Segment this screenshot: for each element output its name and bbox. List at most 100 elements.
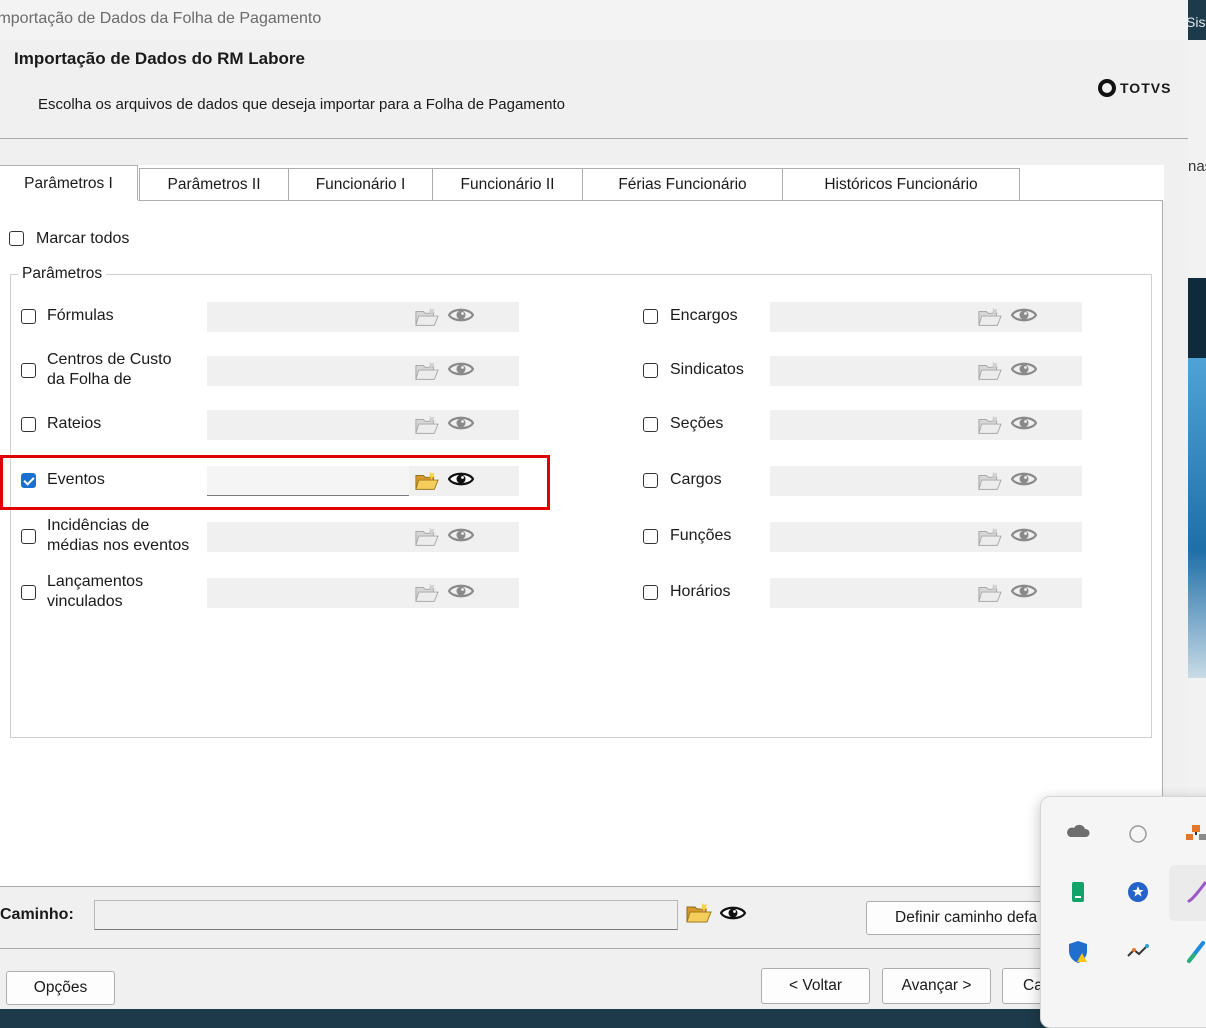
view-eye-icon[interactable] bbox=[1011, 306, 1037, 324]
eventos-highlight-box bbox=[0, 455, 550, 510]
path-input[interactable] bbox=[94, 900, 678, 930]
right-path-input-4[interactable] bbox=[770, 522, 972, 552]
right-path-input-1[interactable] bbox=[770, 356, 972, 386]
right-path-input-3[interactable] bbox=[770, 466, 972, 496]
left-path-input-4[interactable] bbox=[207, 522, 409, 552]
right-checkbox-1[interactable] bbox=[643, 363, 658, 378]
right-checkbox-2[interactable] bbox=[643, 417, 658, 432]
right-checkbox-0[interactable] bbox=[643, 309, 658, 324]
parameters-group-legend: Parâmetros bbox=[18, 265, 107, 283]
view-eye-icon[interactable] bbox=[1011, 470, 1037, 488]
left-path-input-1[interactable] bbox=[207, 356, 409, 386]
view-eye-icon[interactable] bbox=[448, 414, 474, 432]
folder-open-icon[interactable] bbox=[978, 414, 1002, 436]
view-eye-icon[interactable] bbox=[1011, 414, 1037, 432]
left-path-input-2[interactable] bbox=[207, 410, 409, 440]
left-checkbox-0[interactable] bbox=[21, 309, 36, 324]
view-eye-icon[interactable] bbox=[1011, 582, 1037, 600]
left-checkbox-1[interactable] bbox=[21, 363, 36, 378]
right-checkbox-5[interactable] bbox=[643, 585, 658, 600]
tab-historicos-funcionario[interactable]: Históricos Funcionário bbox=[782, 168, 1020, 200]
circle-icon[interactable] bbox=[1125, 821, 1151, 847]
tab-label: Históricos Funcionário bbox=[824, 175, 978, 193]
view-eye-icon[interactable] bbox=[448, 526, 474, 544]
logo-ring-icon bbox=[1098, 79, 1116, 97]
set-default-path-button[interactable]: Definir caminho defa bbox=[866, 901, 1066, 935]
folder-open-icon[interactable] bbox=[978, 582, 1002, 604]
shield-warning-icon[interactable] bbox=[1065, 939, 1091, 965]
star-icon[interactable] bbox=[1125, 879, 1151, 905]
back-label: < Voltar bbox=[789, 977, 842, 994]
tab-ferias-funcionario[interactable]: Férias Funcionário bbox=[582, 168, 783, 200]
right-path-input-0[interactable] bbox=[770, 302, 972, 332]
right-label-2: Seções bbox=[670, 415, 724, 432]
left-label-1: Centros de Custo da Folha de bbox=[47, 351, 172, 388]
view-eye-icon[interactable] bbox=[720, 904, 746, 922]
view-eye-icon[interactable] bbox=[448, 306, 474, 324]
left-label-0: Fórmulas bbox=[47, 307, 114, 324]
folder-open-icon[interactable] bbox=[415, 526, 439, 548]
cloud-icon[interactable] bbox=[1065, 819, 1091, 845]
right-label-1: Sindicatos bbox=[670, 361, 744, 378]
pen-icon[interactable] bbox=[1185, 879, 1206, 905]
view-eye-icon[interactable] bbox=[1011, 526, 1037, 544]
right-path-input-5[interactable] bbox=[770, 578, 972, 608]
folder-open-icon[interactable] bbox=[978, 360, 1002, 382]
options-button[interactable]: Opções bbox=[6, 971, 115, 1005]
folder-open-icon[interactable] bbox=[415, 414, 439, 436]
tab-funcionario-ii[interactable]: Funcionário II bbox=[432, 168, 583, 200]
folder-open-icon[interactable] bbox=[686, 902, 712, 924]
left-file-field-2 bbox=[207, 410, 519, 440]
folder-open-icon[interactable] bbox=[415, 360, 439, 382]
right-checkbox-3[interactable] bbox=[643, 473, 658, 488]
left-label-4: Incidências de médias nos eventos bbox=[47, 517, 190, 554]
folder-open-icon[interactable] bbox=[978, 526, 1002, 548]
left-file-field-0 bbox=[207, 302, 519, 332]
right-file-field-3 bbox=[770, 466, 1082, 496]
mark-all-checkbox[interactable] bbox=[9, 231, 24, 246]
active-tab-joiner bbox=[1, 200, 138, 202]
window-titlebar[interactable]: Importação de Dados da Folha de Pagament… bbox=[0, 0, 1188, 40]
phone-icon[interactable] bbox=[1065, 879, 1091, 905]
right-file-field-2 bbox=[770, 410, 1082, 440]
tab-parametros-ii[interactable]: Parâmetros II bbox=[139, 168, 289, 200]
folder-open-icon[interactable] bbox=[978, 306, 1002, 328]
folder-open-icon[interactable] bbox=[415, 582, 439, 604]
right-label-5: Horários bbox=[670, 583, 731, 600]
tab-funcionario-i[interactable]: Funcionário I bbox=[288, 168, 433, 200]
right-path-input-2[interactable] bbox=[770, 410, 972, 440]
network-icon[interactable] bbox=[1183, 819, 1206, 845]
graph-icon[interactable] bbox=[1125, 939, 1151, 965]
left-path-input-5[interactable] bbox=[207, 578, 409, 608]
brush-icon[interactable] bbox=[1185, 939, 1206, 965]
next-button[interactable]: Avançar > bbox=[882, 968, 991, 1004]
left-label-5: Lançamentos vinculados bbox=[47, 573, 144, 610]
tab-label: Parâmetros I bbox=[24, 174, 113, 192]
right-label-3: Cargos bbox=[670, 471, 722, 488]
window-title: Importação de Dados da Folha de Pagament… bbox=[0, 10, 322, 27]
totvs-logo: TOTVS bbox=[1098, 79, 1171, 97]
background-app-title: Sist bbox=[1186, 14, 1206, 30]
tab-label: Férias Funcionário bbox=[618, 175, 747, 193]
left-checkbox-5[interactable] bbox=[21, 585, 36, 600]
view-eye-icon[interactable] bbox=[448, 582, 474, 600]
background-app-image bbox=[1188, 358, 1206, 678]
back-button[interactable]: < Voltar bbox=[761, 968, 870, 1004]
right-label-0: Encargos bbox=[670, 307, 738, 324]
folder-open-icon[interactable] bbox=[415, 306, 439, 328]
right-file-field-1 bbox=[770, 356, 1082, 386]
next-label: Avançar > bbox=[901, 977, 972, 994]
view-eye-icon[interactable] bbox=[448, 360, 474, 378]
left-file-field-1 bbox=[207, 356, 519, 386]
options-label: Opções bbox=[33, 979, 88, 996]
right-file-field-5 bbox=[770, 578, 1082, 608]
tab-label: Parâmetros II bbox=[167, 175, 261, 193]
left-checkbox-2[interactable] bbox=[21, 417, 36, 432]
view-eye-icon[interactable] bbox=[1011, 360, 1037, 378]
tab-label: Funcionário II bbox=[460, 175, 555, 193]
right-checkbox-4[interactable] bbox=[643, 529, 658, 544]
left-path-input-0[interactable] bbox=[207, 302, 409, 332]
tab-parametros-i[interactable]: Parâmetros I bbox=[0, 165, 138, 201]
left-checkbox-4[interactable] bbox=[21, 529, 36, 544]
folder-open-icon[interactable] bbox=[978, 470, 1002, 492]
